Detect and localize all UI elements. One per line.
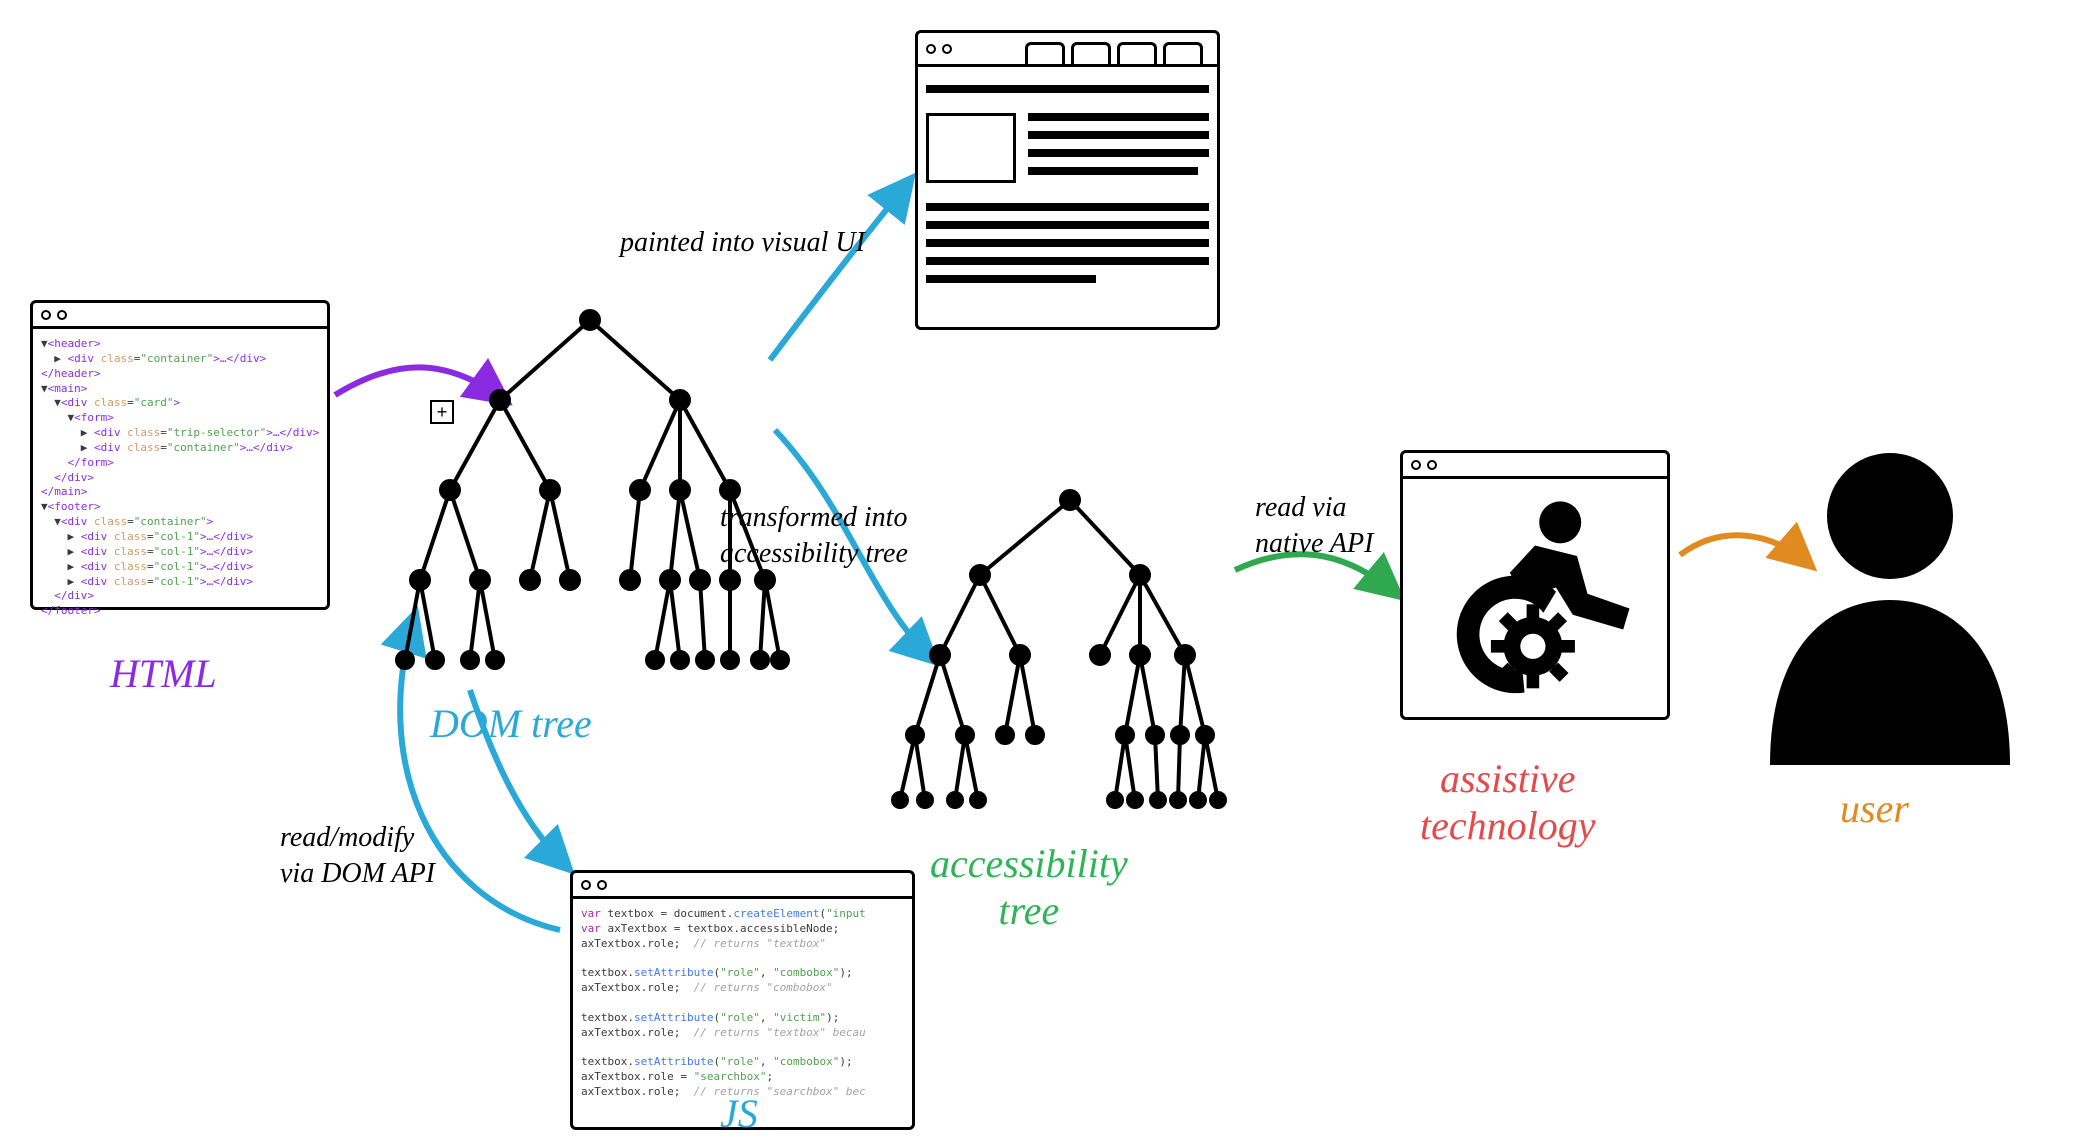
visual-ui-content [918,67,1217,301]
visual-ui-window [915,30,1220,330]
annotation-read-native: read via native API [1255,490,1373,563]
user-silhouette-icon [1740,430,2040,770]
assistive-technology-label: assistive technology [1420,755,1596,849]
user-label: user [1840,785,1909,832]
accessibility-wheelchair-icon [1430,493,1640,703]
dom-tree-label: DOM tree [430,700,592,747]
window-titlebar [573,873,912,899]
image-placeholder-icon [926,113,1016,183]
html-code-content: ▼<header> ▶ <div class="container">…</di… [33,329,327,627]
annotation-painted: painted into visual UI [620,225,865,261]
window-titlebar [33,303,327,329]
dom-tree-icon [380,300,800,690]
annotation-transformed: transformed into accessibility tree [720,500,908,573]
js-code-content: var textbox = document.createElement("in… [573,899,912,1108]
html-label: HTML [110,650,217,697]
accessibility-tree-icon [870,480,1230,810]
html-code-window: ▼<header> ▶ <div class="container">…</di… [30,300,330,610]
a11y-tree-label: accessibility tree [930,840,1128,934]
annotation-read-modify: read/modify via DOM API [280,820,435,893]
js-label: JS [720,1090,758,1137]
window-titlebar [918,33,1217,67]
assistive-technology-window [1400,450,1670,720]
window-titlebar [1403,453,1667,479]
